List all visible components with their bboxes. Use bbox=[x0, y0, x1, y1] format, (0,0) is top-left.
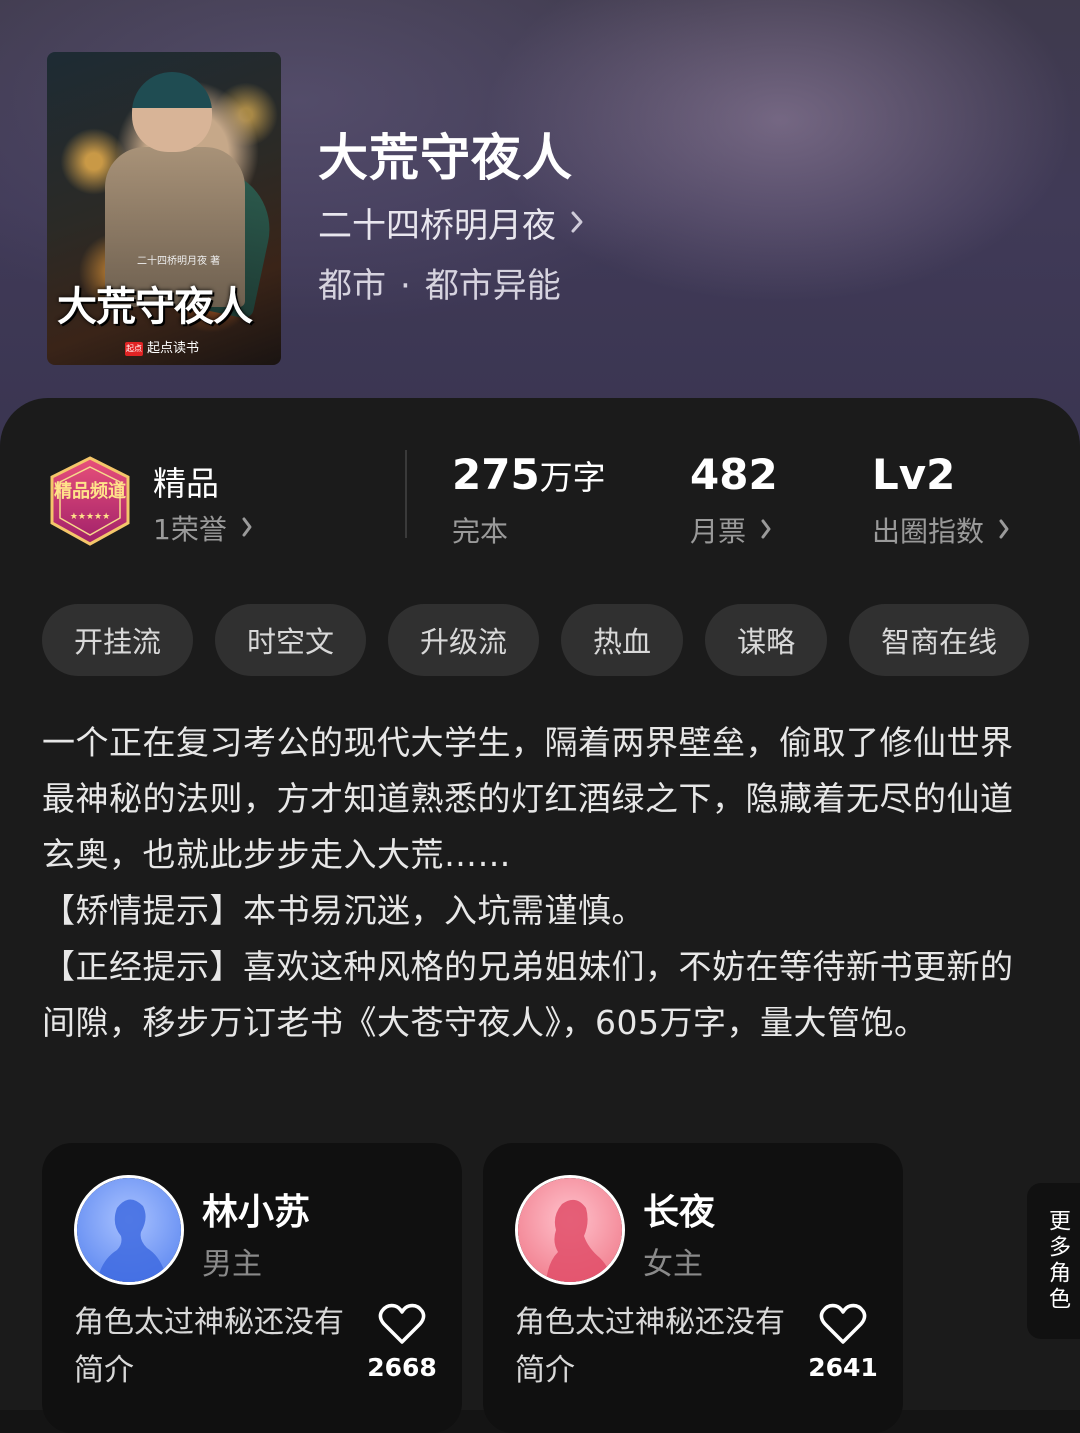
qidian-logo-icon: 起点 bbox=[125, 341, 143, 356]
tag-chip[interactable]: 热血 bbox=[561, 604, 684, 676]
book-title: 大荒守夜人 bbox=[318, 129, 573, 187]
character-role: 男主 bbox=[202, 1247, 262, 1282]
tag-chip[interactable]: 时空文 bbox=[215, 604, 367, 676]
like-count: 2641 bbox=[808, 1353, 878, 1382]
tag-chip[interactable]: 谋略 bbox=[705, 604, 828, 676]
stats-divider bbox=[405, 450, 407, 538]
book-cover[interactable]: 二十四桥明月夜 著 大荒守夜人 起点 起点读书 bbox=[47, 52, 281, 365]
book-description[interactable]: 一个正在复习考公的现代大学生，隔着两界壁垒，偷取了修仙世界最神秘的法则，方才知道… bbox=[42, 715, 1042, 1051]
character-avatar bbox=[515, 1175, 625, 1285]
chevron-right-icon bbox=[570, 203, 584, 243]
tag-chip[interactable]: 升级流 bbox=[388, 604, 540, 676]
tag-list: 开挂流 时空文 升级流 热血 谋略 智商在线 bbox=[42, 604, 1030, 676]
monthly-tickets-value: 482 bbox=[690, 450, 778, 499]
character-card[interactable]: 长夜 女主 角色太过神秘还没有简介 2641 bbox=[483, 1143, 903, 1433]
cover-brand: 起点 起点读书 bbox=[125, 337, 199, 356]
word-count-unit: 万字 bbox=[539, 458, 606, 497]
svg-text:★★★★★: ★★★★★ bbox=[70, 512, 110, 522]
character-name: 长夜 bbox=[643, 1192, 716, 1233]
quality-honors: 1荣誉 bbox=[153, 513, 227, 546]
quality-badge-text: 精品频道 bbox=[54, 480, 126, 502]
more-roles-label: 更多角色 bbox=[1045, 1209, 1070, 1313]
author-link[interactable]: 二十四桥明月夜 bbox=[318, 198, 584, 247]
cover-title: 大荒守夜人 bbox=[57, 284, 253, 330]
genre-separator: · bbox=[400, 266, 411, 306]
genre-row: 都市 · 都市异能 bbox=[318, 258, 561, 307]
tag-chip[interactable]: 智商在线 bbox=[849, 604, 1030, 676]
cover-author-line: 二十四桥明月夜 著 bbox=[137, 256, 221, 267]
like-count: 2668 bbox=[367, 1353, 437, 1382]
quality-badge-icon[interactable]: 精品频道 ★★★★★ bbox=[45, 455, 135, 547]
description-paragraph: 一个正在复习考公的现代大学生，隔着两界壁垒，偷取了修仙世界最神秘的法则，方才知道… bbox=[42, 723, 1014, 874]
quality-label: 精品 bbox=[153, 464, 219, 503]
author-name: 二十四桥明月夜 bbox=[318, 206, 556, 246]
monthly-tickets-label: 月票 bbox=[690, 515, 747, 548]
influence-link[interactable]: 出圈指数 bbox=[872, 510, 1010, 550]
chevron-right-icon bbox=[241, 512, 253, 545]
character-intro: 角色太过神秘还没有简介 bbox=[515, 1305, 785, 1388]
influence-label: 出圈指数 bbox=[872, 515, 985, 548]
more-roles-button[interactable]: 更多角色 bbox=[1027, 1183, 1080, 1339]
description-paragraph: 【正经提示】喜欢这种风格的兄弟姐妹们，不妨在等待新书更新的间隙，移步万订老书《大… bbox=[42, 947, 1014, 1042]
character-name: 林小苏 bbox=[202, 1192, 311, 1233]
heart-outline-icon bbox=[819, 1303, 867, 1349]
character-card[interactable]: 林小苏 男主 角色太过神秘还没有简介 2668 bbox=[42, 1143, 462, 1433]
genre-category[interactable]: 都市 bbox=[318, 266, 386, 306]
heart-outline-icon bbox=[378, 1303, 426, 1349]
character-avatar bbox=[74, 1175, 184, 1285]
tag-chip[interactable]: 开挂流 bbox=[42, 604, 194, 676]
genre-subcategory[interactable]: 都市异能 bbox=[425, 266, 561, 306]
cover-art-figure-head bbox=[132, 72, 212, 152]
influence-level: Lv2 bbox=[872, 450, 956, 499]
character-role: 女主 bbox=[643, 1247, 703, 1282]
character-intro: 角色太过神秘还没有简介 bbox=[74, 1305, 344, 1388]
chevron-right-icon bbox=[998, 514, 1010, 547]
monthly-tickets-link[interactable]: 月票 bbox=[690, 510, 772, 550]
word-count-value: 275 bbox=[452, 450, 540, 499]
quality-honors-link[interactable]: 1荣誉 bbox=[153, 508, 253, 548]
chevron-right-icon bbox=[760, 514, 772, 547]
description-paragraph: 【矫情提示】本书易沉迷，入坑需谨慎。 bbox=[42, 891, 645, 930]
word-count: 275万字 bbox=[452, 450, 606, 499]
like-button[interactable]: 2668 bbox=[367, 1303, 437, 1382]
completion-status: 完本 bbox=[452, 515, 509, 548]
like-button[interactable]: 2641 bbox=[808, 1303, 878, 1382]
cover-brand-label: 起点读书 bbox=[147, 341, 200, 356]
